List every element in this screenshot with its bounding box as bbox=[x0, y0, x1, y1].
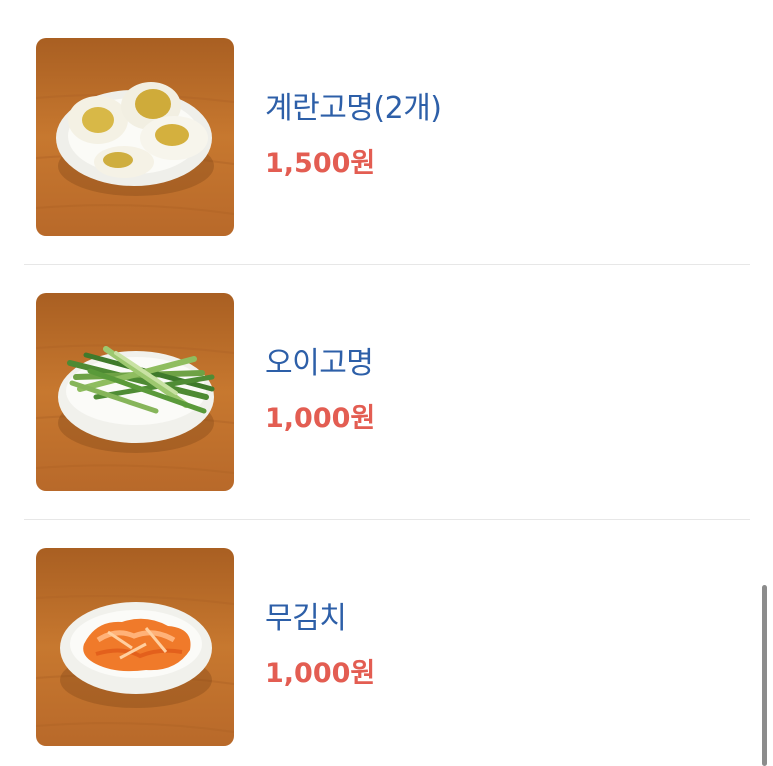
menu-item-name[interactable]: 오이고명 bbox=[265, 345, 374, 383]
menu-item[interactable]: 무김치 1,000원 bbox=[0, 548, 773, 748]
scrollbar[interactable] bbox=[762, 585, 767, 766]
item-divider bbox=[24, 264, 750, 265]
menu-item-price: 1,500원 bbox=[265, 148, 376, 179]
menu-item-name[interactable]: 무김치 bbox=[265, 600, 347, 638]
item-divider bbox=[24, 519, 750, 520]
menu-item-image[interactable] bbox=[36, 293, 234, 491]
menu-item[interactable]: 계란고명(2개) 1,500원 bbox=[0, 38, 773, 238]
menu-item-image[interactable] bbox=[36, 38, 234, 236]
menu-item-image[interactable] bbox=[36, 548, 234, 746]
menu-item-name[interactable]: 계란고명(2개) bbox=[265, 90, 442, 128]
radish-kimchi-image bbox=[36, 548, 234, 746]
boiled-eggs-image bbox=[36, 38, 234, 236]
menu-item-price: 1,000원 bbox=[265, 403, 376, 434]
menu-item-price: 1,000원 bbox=[265, 658, 376, 689]
cucumber-image bbox=[36, 293, 234, 491]
menu-item[interactable]: 오이고명 1,000원 bbox=[0, 293, 773, 493]
